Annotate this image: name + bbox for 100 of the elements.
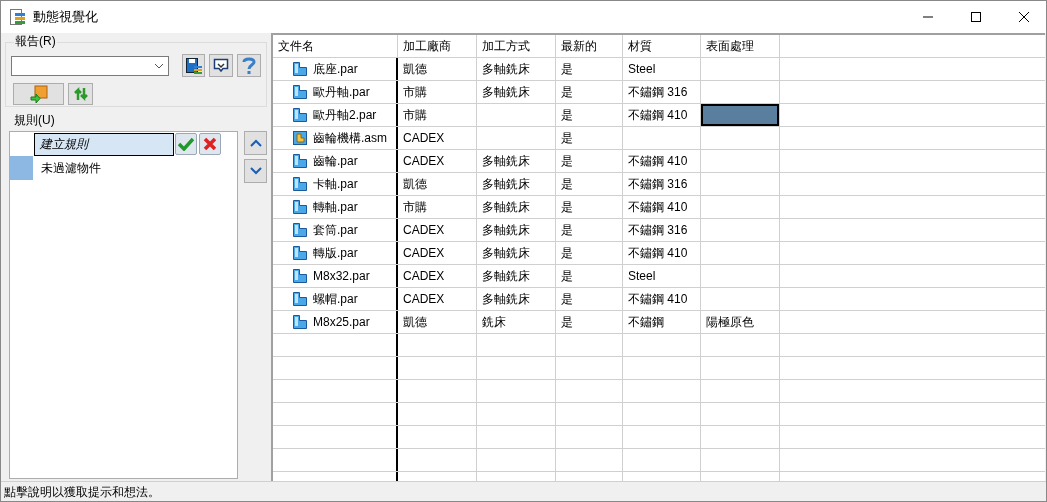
column-header[interactable]: 加工方式 (477, 35, 556, 57)
table-cell-text: CADEX (403, 291, 445, 308)
table-cell-text: 多軸銑床 (482, 268, 530, 285)
part-icon (293, 85, 307, 99)
rule-item[interactable]: 未過濾物件 (41, 159, 101, 177)
table-cell-text: 市購 (403, 107, 427, 124)
table-cell-text: 是 (561, 291, 573, 308)
cancel-button[interactable] (199, 133, 221, 155)
table-cell-text: 多軸銑床 (482, 291, 530, 308)
table-cell-text: 是 (561, 153, 573, 170)
table-cell-text: 不鏽鋼 410 (628, 245, 688, 262)
file-name[interactable]: 齒輪機構.asm (313, 129, 387, 147)
part-icon (293, 62, 307, 76)
table-cell-text: 市購 (403, 84, 427, 101)
table-cell-text: 是 (561, 176, 573, 193)
checkmark-icon (178, 137, 194, 151)
part-icon (293, 108, 307, 122)
file-name[interactable]: 歐丹軸2.par (313, 106, 377, 124)
table-cell-text: 多軸銑床 (482, 222, 530, 239)
report-dropdown[interactable] (11, 55, 169, 76)
move-up-button[interactable] (244, 131, 267, 155)
part-icon (293, 223, 307, 237)
table-cell-text: 凱德 (403, 314, 427, 331)
table-cell-text: 陽極原色 (706, 314, 754, 331)
chevron-down-icon (249, 167, 262, 175)
close-icon (203, 137, 217, 151)
file-name[interactable]: 底座.par (313, 60, 358, 78)
file-name[interactable]: 齒輪.par (313, 152, 358, 170)
rules-label: 規則(U) (14, 112, 56, 128)
part-icon (293, 269, 307, 283)
move-down-button[interactable] (244, 159, 267, 183)
table-cell-text: 是 (561, 222, 573, 239)
file-name[interactable]: 套筒.par (313, 221, 358, 239)
table-cell-text: 是 (561, 245, 573, 262)
close-icon[interactable] (1018, 11, 1030, 23)
file-name[interactable]: M8x25.par (313, 313, 370, 331)
column-header[interactable]: 最新的 (556, 35, 623, 57)
table-cell-text: 是 (561, 84, 573, 101)
table-cell-text: 是 (561, 61, 573, 78)
part-icon (293, 292, 307, 306)
color-swatch-cell[interactable] (701, 104, 779, 126)
table-cell-text: CADEX (403, 153, 445, 170)
part-icon (293, 154, 307, 168)
confirm-button[interactable] (175, 133, 197, 155)
table-cell-text: 是 (561, 107, 573, 124)
table-cell-text: 是 (561, 130, 573, 147)
part-icon (293, 246, 307, 260)
refresh-button[interactable] (68, 83, 93, 105)
save-button[interactable] (181, 54, 206, 77)
table-cell-text: 多軸銑床 (482, 61, 530, 78)
table-cell-text: Steel (628, 268, 656, 285)
table-cell-text: 不鏽鋼 410 (628, 199, 688, 216)
table-cell-text: 不鏽鋼 316 (628, 222, 688, 239)
chevron-down-icon (153, 62, 164, 69)
table-cell-text: CADEX (403, 222, 445, 239)
table-cell-text: CADEX (403, 245, 445, 262)
save-icon (185, 57, 202, 74)
table-cell-text: 多軸銑床 (482, 84, 530, 101)
chevron-up-icon (249, 139, 262, 147)
apply-button[interactable] (13, 83, 64, 105)
export-button[interactable] (209, 54, 234, 77)
maximize-icon[interactable] (970, 11, 982, 23)
table-cell-text: CADEX (403, 130, 445, 147)
part-icon (293, 200, 307, 214)
report-label: 報告(R) (14, 34, 57, 48)
window-title: 動態視覺化 (33, 8, 98, 27)
cube-arrow-icon (29, 85, 48, 103)
table-cell-text: 市購 (403, 199, 427, 216)
assembly-icon (293, 131, 307, 145)
part-icon (293, 177, 307, 191)
table-cell-text: 凱德 (403, 176, 427, 193)
table-cell-text: 凱德 (403, 61, 427, 78)
table-cell-text: 是 (561, 314, 573, 331)
table-cell-text: 多軸銑床 (482, 153, 530, 170)
rule-name-field[interactable]: 建立規則 (34, 132, 174, 156)
file-name[interactable]: M8x32.par (313, 267, 370, 285)
table-cell-text: 多軸銑床 (482, 199, 530, 216)
file-name[interactable]: 卡軸.par (313, 175, 358, 193)
file-name[interactable]: 轉軸.par (313, 198, 358, 216)
table-cell-text: 是 (561, 268, 573, 285)
table-cell-text: 銑床 (482, 314, 506, 331)
question-mark-icon (242, 56, 257, 75)
table-cell-text: CADEX (403, 268, 445, 285)
file-name[interactable]: 螺帽.par (313, 290, 358, 308)
table-cell-text: Steel (628, 61, 656, 78)
table-cell-text: 多軸銑床 (482, 176, 530, 193)
column-header[interactable]: 文件名 (273, 35, 398, 57)
table-cell-text: 不鏽鋼 316 (628, 84, 688, 101)
table-cell-text: 不鏽鋼 (628, 314, 664, 331)
column-header[interactable]: 表面處理 (701, 35, 780, 57)
column-header[interactable]: 加工廠商 (398, 35, 477, 57)
table-cell-text: 不鏽鋼 316 (628, 176, 688, 193)
file-name[interactable]: 歐丹軸.par (313, 83, 370, 101)
table-cell-text: 多軸銑床 (482, 245, 530, 262)
table-cell-text: 不鏽鋼 410 (628, 153, 688, 170)
column-header[interactable]: 材質 (623, 35, 701, 57)
app-icon (10, 9, 26, 25)
table-cell-text: 是 (561, 199, 573, 216)
file-name[interactable]: 轉版.par (313, 244, 358, 262)
table-cell-text: 不鏽鋼 410 (628, 107, 688, 124)
